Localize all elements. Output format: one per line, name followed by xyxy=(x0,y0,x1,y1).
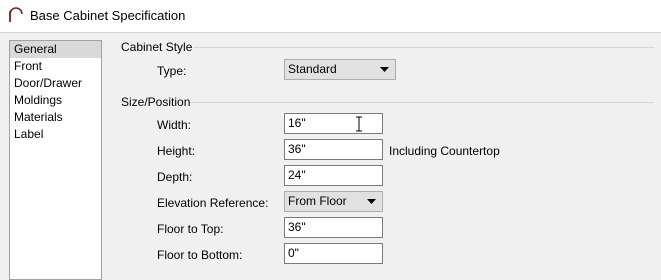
sidebar-item-general[interactable]: General xyxy=(10,41,101,58)
chevron-down-icon xyxy=(367,199,376,204)
height-suffix: Including Countertop xyxy=(389,144,500,158)
arch-icon xyxy=(9,7,23,22)
text-cursor-icon xyxy=(356,116,362,132)
sidebar-item-moldings[interactable]: Moldings xyxy=(10,92,101,109)
floor-to-bottom-field[interactable]: 0" xyxy=(284,243,383,264)
cabinet-style-heading: Cabinet Style xyxy=(121,40,193,54)
sidebar-item-label[interactable]: Label xyxy=(10,126,101,143)
category-list[interactable]: General Front Door/Drawer Moldings Mater… xyxy=(9,40,102,280)
floor-to-bottom-label: Floor to Bottom: xyxy=(157,248,243,262)
size-position-heading: Size/Position xyxy=(121,95,191,109)
height-label: Height: xyxy=(157,144,196,158)
sidebar-item-label: Front xyxy=(14,59,43,73)
sidebar-item-label: Materials xyxy=(14,110,63,124)
width-label: Width: xyxy=(157,118,192,132)
type-label: Type: xyxy=(157,64,187,78)
group-divider xyxy=(190,102,654,103)
sidebar-item-materials[interactable]: Materials xyxy=(10,109,101,126)
type-dropdown[interactable]: Standard xyxy=(284,59,396,80)
chevron-down-icon xyxy=(380,67,389,72)
elevation-reference-label: Elevation Reference: xyxy=(157,196,269,210)
depth-label: Depth: xyxy=(157,170,193,184)
depth-field[interactable]: 24" xyxy=(284,165,383,186)
sidebar-item-front[interactable]: Front xyxy=(10,58,101,75)
sidebar-item-label: Door/Drawer xyxy=(14,76,83,90)
height-field[interactable]: 36" xyxy=(284,139,383,160)
floor-to-top-field[interactable]: 36" xyxy=(284,217,383,238)
window-title: Base Cabinet Specification xyxy=(30,8,186,23)
type-value: Standard xyxy=(288,62,337,76)
sidebar-item-door-drawer[interactable]: Door/Drawer xyxy=(10,75,101,92)
elevation-reference-dropdown[interactable]: From Floor xyxy=(284,191,383,212)
sidebar-item-label: Label xyxy=(14,127,44,141)
floor-to-top-label: Floor to Top: xyxy=(157,222,224,236)
title-bar: Base Cabinet Specification xyxy=(0,0,661,33)
sidebar-item-label: Moldings xyxy=(14,93,63,107)
elevation-reference-value: From Floor xyxy=(288,194,347,208)
sidebar-item-label: General xyxy=(14,42,57,56)
width-field[interactable]: 16" xyxy=(284,113,383,134)
group-divider xyxy=(194,47,654,48)
